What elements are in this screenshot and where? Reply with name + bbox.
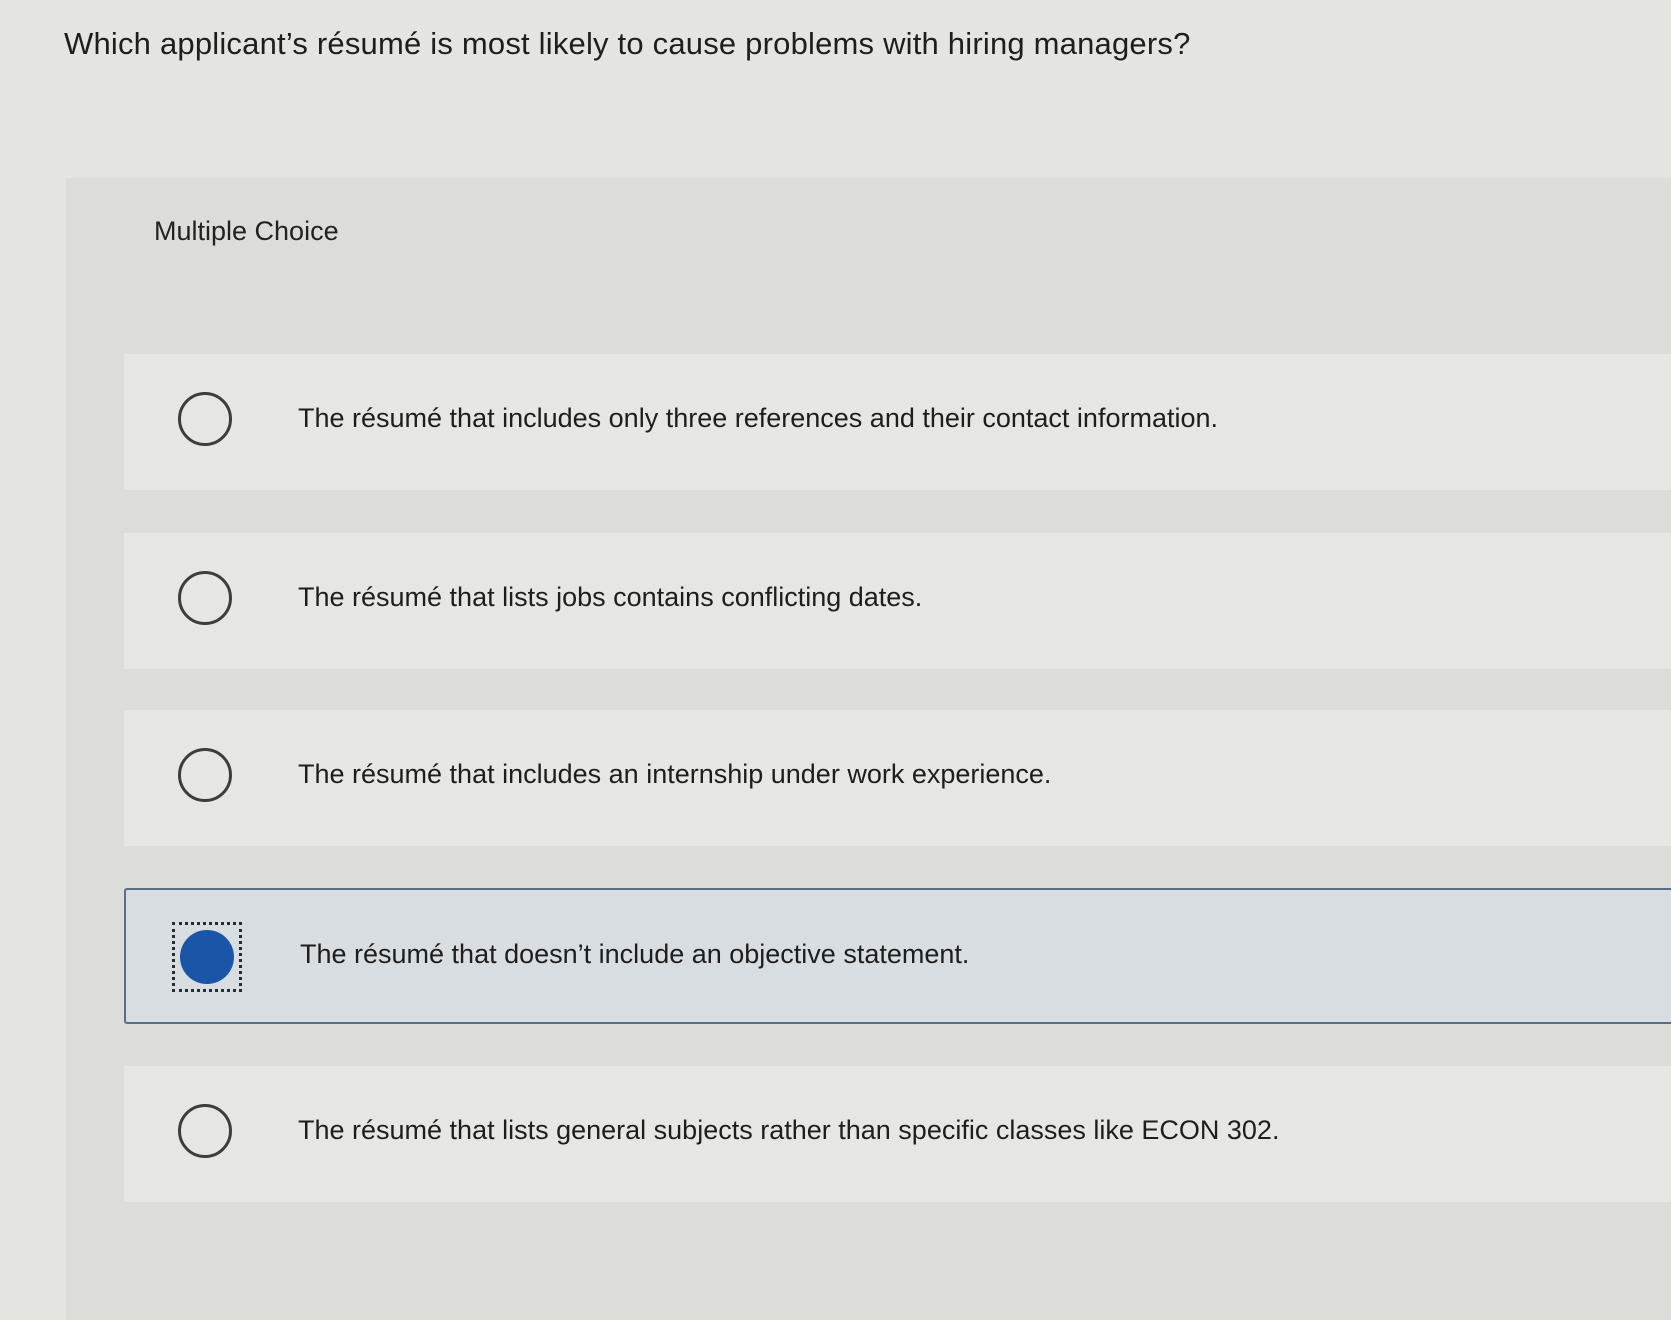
radio-unselected-icon[interactable] — [178, 748, 232, 802]
radio-unselected-icon[interactable] — [178, 1104, 232, 1158]
option-4-text: The résumé that doesn’t include an objec… — [300, 939, 970, 969]
option-5-text: The résumé that lists general subjects r… — [298, 1115, 1280, 1145]
option-4[interactable]: The résumé that doesn’t include an objec… — [124, 888, 1671, 1024]
radio-unselected-icon[interactable] — [178, 571, 232, 625]
question-text: Which applicant’s résumé is most likely … — [64, 26, 1191, 61]
option-3-text: The résumé that includes an internship u… — [298, 759, 1052, 789]
option-3[interactable]: The résumé that includes an internship u… — [124, 710, 1671, 846]
radio-unselected-icon[interactable] — [178, 392, 232, 446]
option-5[interactable]: The résumé that lists general subjects r… — [124, 1066, 1671, 1202]
option-2[interactable]: The résumé that lists jobs contains conf… — [124, 533, 1671, 669]
radio-selected-icon[interactable] — [172, 922, 242, 992]
option-2-text: The résumé that lists jobs contains conf… — [298, 582, 923, 612]
radio-selected-dot — [180, 930, 234, 984]
panel-label: Multiple Choice — [154, 216, 339, 246]
multiple-choice-panel: Multiple Choice The résumé that includes… — [66, 178, 1671, 1320]
option-1-text: The résumé that includes only three refe… — [298, 403, 1218, 433]
option-1[interactable]: The résumé that includes only three refe… — [124, 354, 1671, 490]
